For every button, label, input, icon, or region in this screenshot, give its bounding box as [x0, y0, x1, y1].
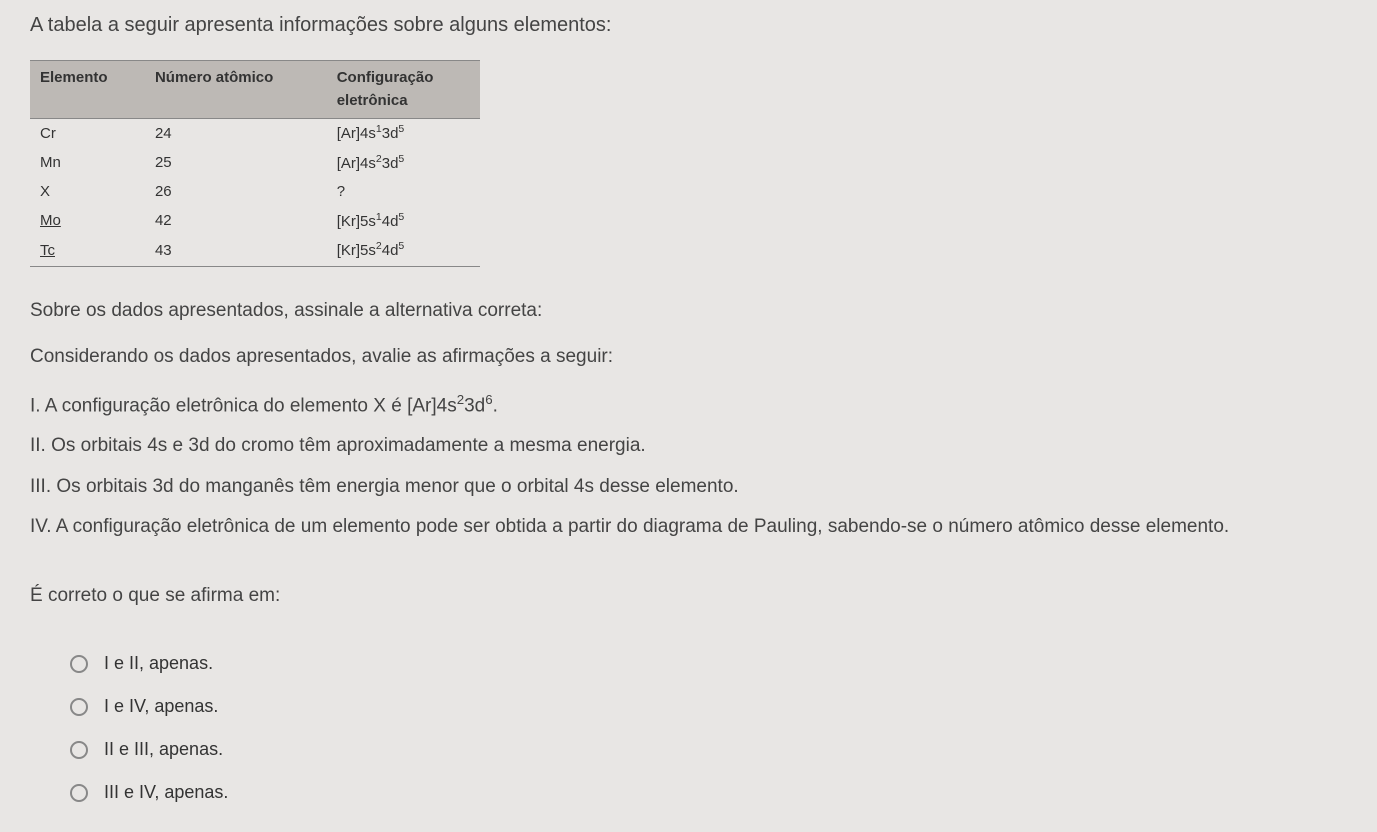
cell-config: [Ar]4s13d5 [327, 119, 480, 149]
cell-config: [Ar]4s23d5 [327, 149, 480, 179]
cell-atomic: 25 [145, 149, 327, 179]
cell-config: [Kr]5s24d5 [327, 236, 480, 266]
option-label: III e IV, apenas. [104, 779, 228, 806]
statement-3: III. Os orbitais 3d do manganês têm ener… [30, 473, 1347, 502]
radio-icon[interactable] [70, 741, 88, 759]
cell-element: Tc [30, 236, 145, 266]
prompt-evaluate: Considerando os dados apresentados, aval… [30, 343, 1347, 372]
table-header-config: Configuração eletrônica [327, 61, 480, 119]
statement-2: II. Os orbitais 4s e 3d do cromo têm apr… [30, 432, 1347, 461]
option-label: II e III, apenas. [104, 736, 223, 763]
table-row: Tc43[Kr]5s24d5 [30, 236, 480, 266]
cell-element: X [30, 178, 145, 207]
option-1[interactable]: I e II, apenas. [70, 650, 1347, 677]
cell-element: Cr [30, 119, 145, 149]
option-label: I e IV, apenas. [104, 693, 218, 720]
table-row: Mn25[Ar]4s23d5 [30, 149, 480, 179]
options-list: I e II, apenas. I e IV, apenas. II e III, … [30, 650, 1347, 806]
statement-1: I. A configuração eletrônica do elemento… [30, 390, 1347, 421]
table-header-atomic: Número atômico [145, 61, 327, 119]
conclusion-prompt: É correto o que se afirma em: [30, 582, 1347, 611]
option-3[interactable]: II e III, apenas. [70, 736, 1347, 763]
cell-atomic: 24 [145, 119, 327, 149]
cell-element: Mn [30, 149, 145, 179]
table-header-element: Elemento [30, 61, 145, 119]
radio-icon[interactable] [70, 655, 88, 673]
table-body: Cr24[Ar]4s13d5Mn25[Ar]4s23d5X26?Mo42[Kr]… [30, 119, 480, 267]
option-4[interactable]: III e IV, apenas. [70, 779, 1347, 806]
cell-atomic: 42 [145, 207, 327, 237]
radio-icon[interactable] [70, 784, 88, 802]
statement-4: IV. A configuração eletrônica de um elem… [30, 513, 1347, 542]
table-row: Cr24[Ar]4s13d5 [30, 119, 480, 149]
intro-text: A tabela a seguir apresenta informações … [30, 10, 1347, 40]
option-label: I e II, apenas. [104, 650, 213, 677]
table-row: Mo42[Kr]5s14d5 [30, 207, 480, 237]
cell-atomic: 43 [145, 236, 327, 266]
table-row: X26? [30, 178, 480, 207]
cell-config: ? [327, 178, 480, 207]
cell-element: Mo [30, 207, 145, 237]
cell-config: [Kr]5s14d5 [327, 207, 480, 237]
prompt-alternative: Sobre os dados apresentados, assinale a … [30, 297, 1347, 326]
cell-atomic: 26 [145, 178, 327, 207]
radio-icon[interactable] [70, 698, 88, 716]
elements-table: Elemento Número atômico Configuração ele… [30, 60, 480, 267]
option-2[interactable]: I e IV, apenas. [70, 693, 1347, 720]
